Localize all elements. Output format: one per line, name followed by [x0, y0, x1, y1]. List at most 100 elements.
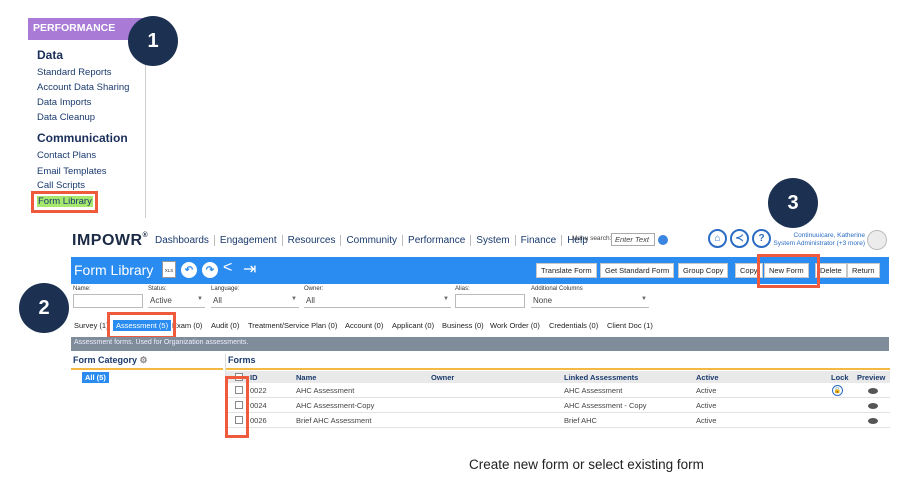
forms-title: Forms [228, 355, 256, 365]
menu-link-account-data-sharing[interactable]: Account Data Sharing [37, 82, 129, 93]
chevron-down-icon: ▼ [443, 296, 449, 302]
eye-icon[interactable] [868, 388, 878, 394]
eye-icon[interactable] [868, 418, 878, 424]
menu-link-call-scripts[interactable]: Call Scripts [37, 180, 85, 191]
language-filter-value: All [213, 296, 222, 305]
menu-section-communication: Communication [37, 131, 128, 145]
col-owner[interactable]: Owner [431, 373, 454, 382]
nav-finance[interactable]: Finance [516, 235, 563, 246]
redo-icon[interactable]: ↷ [202, 262, 218, 278]
main-nav: Dashboards Engagement Resources Communit… [150, 235, 593, 246]
chevron-down-icon: ▼ [291, 296, 297, 302]
instruction-caption: Create new form or select existing form [469, 457, 704, 472]
tab-work-order[interactable]: Work Order (0) [490, 321, 540, 330]
tab-description: Assessment forms. Used for Organization … [71, 337, 889, 351]
table-row[interactable]: 0026 Brief AHC Assessment Brief AHC Acti… [226, 413, 890, 428]
callout-2: 2 [19, 283, 69, 333]
help-icon[interactable]: ? [752, 229, 771, 248]
tab-client-doc[interactable]: Client Doc (1) [607, 321, 653, 330]
language-filter-select[interactable]: All ▼ [211, 294, 299, 308]
gear-icon[interactable]: ⚙ [140, 355, 148, 365]
row-id: 0022 [250, 386, 267, 395]
menu-link-data-imports[interactable]: Data Imports [37, 97, 91, 108]
col-name[interactable]: Name [296, 373, 316, 382]
get-standard-form-button[interactable]: Get Standard Form [600, 263, 675, 278]
nav-system[interactable]: System [471, 235, 516, 246]
row-name[interactable]: AHC Assessment-Copy [296, 401, 374, 410]
menu-link-data-cleanup[interactable]: Data Cleanup [37, 112, 95, 123]
group-copy-button[interactable]: Group Copy [678, 263, 729, 278]
form-category-title: Form Category ⚙ [73, 355, 148, 365]
return-button[interactable]: Return [847, 263, 880, 278]
row-id: 0026 [250, 416, 267, 425]
share-icon[interactable]: < [223, 259, 232, 277]
home-icon[interactable]: ⌂ [708, 229, 727, 248]
lock-icon[interactable]: 🔒 [832, 385, 843, 396]
exit-icon[interactable]: ⇥ [243, 259, 256, 279]
additional-columns-label: Additional Columns [531, 286, 583, 292]
avatar[interactable] [867, 230, 887, 250]
user-role: System Administrator (+3 more) [773, 240, 865, 247]
nav-community[interactable]: Community [341, 235, 404, 246]
table-header: ID Name Owner Linked Assessments Active … [226, 371, 890, 383]
status-filter-select[interactable]: Active ▼ [148, 294, 205, 308]
row-id: 0024 [250, 401, 267, 410]
name-filter-label: Name: [73, 286, 91, 292]
tab-applicant[interactable]: Applicant (0) [392, 321, 434, 330]
search-go-icon[interactable] [658, 235, 668, 245]
forms-pane: Forms ID Name Owner Linked Assessments A… [225, 354, 890, 436]
share-icon[interactable]: ≺ [730, 229, 749, 248]
eye-icon[interactable] [868, 403, 878, 409]
owner-filter-value: All [306, 296, 315, 305]
menu-link-standard-reports[interactable]: Standard Reports [37, 67, 111, 78]
highlight-box-new-form [757, 254, 820, 288]
row-active: Active [696, 386, 717, 395]
menu-link-contact-plans[interactable]: Contact Plans [37, 150, 96, 161]
menu-search-label: Menu search: [572, 235, 612, 242]
menu-search-input[interactable]: Enter Text [611, 233, 655, 246]
callout-3: 3 [768, 178, 818, 228]
language-filter-label: Language: [211, 286, 240, 292]
tab-credentials[interactable]: Credentials (0) [549, 321, 598, 330]
additional-columns-select[interactable]: None ▼ [531, 294, 649, 308]
table-row[interactable]: 0022 AHC Assessment AHC Assessment Activ… [226, 383, 890, 398]
nav-resources[interactable]: Resources [283, 235, 342, 246]
app-logo[interactable]: IMPOWR® [72, 232, 148, 250]
col-preview: Preview [857, 373, 886, 382]
col-id[interactable]: ID [250, 373, 258, 382]
menu-link-email-templates[interactable]: Email Templates [37, 166, 107, 177]
tab-business[interactable]: Business (0) [442, 321, 484, 330]
name-filter-input[interactable] [73, 294, 143, 308]
form-category-pane: Form Category ⚙ All (5) [71, 354, 223, 436]
user-info[interactable]: Continuuicare, Katherine System Administ… [773, 232, 865, 248]
highlight-box-checkboxes [225, 376, 249, 438]
row-name[interactable]: AHC Assessment [296, 386, 354, 395]
undo-icon[interactable]: ↶ [181, 262, 197, 278]
tab-account[interactable]: Account (0) [345, 321, 383, 330]
nav-dashboards[interactable]: Dashboards [150, 235, 215, 246]
owner-filter-select[interactable]: All ▼ [304, 294, 451, 308]
alias-filter-input[interactable] [455, 294, 525, 308]
tab-exam[interactable]: Exam (0) [172, 321, 202, 330]
nav-performance[interactable]: Performance [403, 235, 472, 246]
tab-treatment-service-plan[interactable]: Treatment/Service Plan (0) [248, 321, 337, 330]
col-linked-assessments[interactable]: Linked Assessments [564, 373, 638, 382]
xls-export-icon[interactable]: XLS [162, 261, 176, 278]
col-active[interactable]: Active [696, 373, 719, 382]
highlight-box-form-library [31, 191, 98, 213]
row-linked: AHC Assessment [564, 386, 623, 395]
alias-filter-label: Alias: [455, 286, 470, 292]
page-title: Form Library [74, 262, 154, 278]
form-type-tabs: Survey (1) Assessment (5) Exam (0) Audit… [71, 320, 889, 334]
nav-engagement[interactable]: Engagement [215, 235, 283, 246]
tab-survey[interactable]: Survey (1) [74, 321, 109, 330]
divider [71, 368, 223, 370]
top-bar: IMPOWR® Dashboards Engagement Resources … [71, 226, 889, 256]
callout-1: 1 [128, 16, 178, 66]
owner-filter-label: Owner: [304, 286, 324, 292]
tab-audit[interactable]: Audit (0) [211, 321, 239, 330]
translate-form-button[interactable]: Translate Form [536, 263, 597, 278]
category-all[interactable]: All (5) [82, 372, 109, 383]
row-name[interactable]: Brief AHC Assessment [296, 416, 371, 425]
table-row[interactable]: 0024 AHC Assessment-Copy AHC Assessment … [226, 398, 890, 413]
